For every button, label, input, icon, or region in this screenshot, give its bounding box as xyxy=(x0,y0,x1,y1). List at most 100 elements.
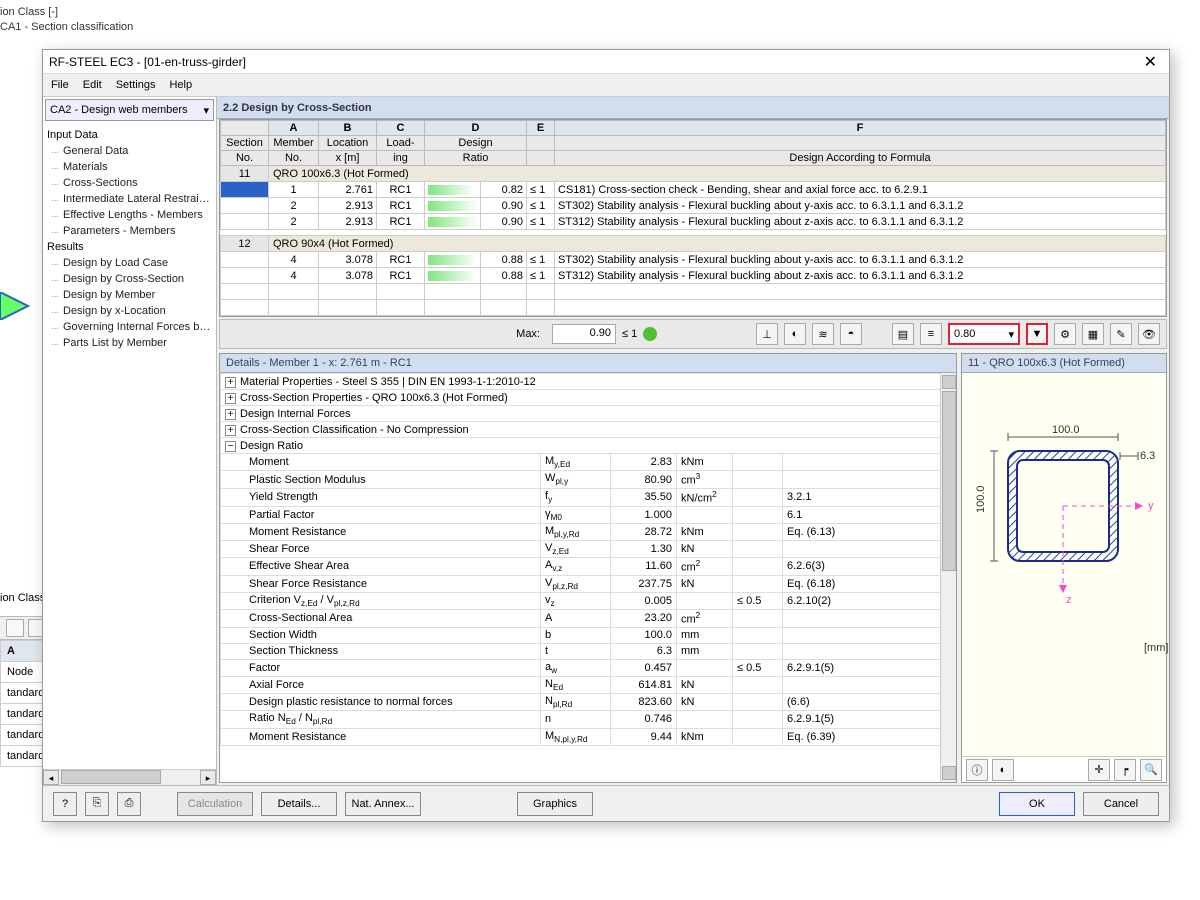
cancel-button[interactable]: Cancel xyxy=(1083,792,1159,816)
filter-value-input[interactable]: 0.80 ▾ xyxy=(948,323,1020,345)
nav-item[interactable]: Governing Internal Forces by M xyxy=(45,319,214,335)
tool-icon[interactable]: ≋ xyxy=(812,323,834,345)
menu-edit[interactable]: Edit xyxy=(83,79,102,91)
nav-item[interactable]: Effective Lengths - Members xyxy=(45,207,214,223)
cs-drawing: y z 100.0 100.0 xyxy=(962,373,1166,756)
nav-item[interactable]: Design by x-Location xyxy=(45,303,214,319)
titlebar[interactable]: RF-STEEL EC3 - [01-en-truss-girder] ✕ xyxy=(43,50,1169,74)
expander-icon[interactable]: + xyxy=(225,409,236,420)
tool-icon[interactable]: ⚙ xyxy=(1054,323,1076,345)
nav-item[interactable]: Design by Load Case xyxy=(45,255,214,271)
cell-ratio[interactable]: 0.82 xyxy=(481,182,527,198)
export-icon[interactable]: ⎘ xyxy=(85,792,109,816)
cell-member[interactable]: 4 xyxy=(269,252,319,268)
cell-x[interactable]: 2.913 xyxy=(319,214,377,230)
scroll-thumb[interactable] xyxy=(942,391,956,571)
cell-member[interactable]: 4 xyxy=(269,268,319,284)
menu-settings[interactable]: Settings xyxy=(116,79,156,91)
tool-icon[interactable]: ◐ xyxy=(992,759,1014,781)
detail-ref xyxy=(783,540,956,557)
cell-ratio-bar xyxy=(425,252,481,268)
close-icon[interactable]: ✕ xyxy=(1138,52,1163,72)
scroll-thumb[interactable] xyxy=(61,770,161,784)
cell-x[interactable]: 3.078 xyxy=(319,252,377,268)
cell-lc[interactable]: RC1 xyxy=(377,214,425,230)
dim-icon[interactable]: ┍ xyxy=(1114,759,1136,781)
magnify-icon[interactable]: 🔍 xyxy=(1140,759,1162,781)
ok-button[interactable]: OK xyxy=(999,792,1075,816)
cell-ratio[interactable]: 0.90 xyxy=(481,198,527,214)
nav-item[interactable]: Design by Member xyxy=(45,287,214,303)
cell-ratio[interactable]: 0.88 xyxy=(481,252,527,268)
scroll-down-icon[interactable] xyxy=(942,766,956,780)
nav-item[interactable]: Materials xyxy=(45,159,214,175)
detail-unit: kN xyxy=(677,676,733,693)
expander-icon[interactable]: − xyxy=(225,441,236,452)
row-handle[interactable] xyxy=(221,214,269,230)
tool-icon[interactable]: ◐ xyxy=(784,323,806,345)
nav-item[interactable]: Design by Cross-Section xyxy=(45,271,214,287)
tool-icon[interactable]: ▤ xyxy=(892,323,914,345)
detail-name: Moment Resistance xyxy=(221,728,541,745)
filter-apply-icon[interactable]: ▼ xyxy=(1026,323,1048,345)
cell-ratio-bar xyxy=(425,182,481,198)
tool-icon[interactable]: ✎ xyxy=(1110,323,1132,345)
cell-lc[interactable]: RC1 xyxy=(377,182,425,198)
graphics-button[interactable]: Graphics xyxy=(517,792,593,816)
row-handle[interactable] xyxy=(221,268,269,284)
nav-combo[interactable]: CA2 - Design web members ▾ xyxy=(45,99,214,121)
cell-ratio[interactable]: 0.90 xyxy=(481,214,527,230)
cell-member[interactable]: 2 xyxy=(269,198,319,214)
cell-desc[interactable]: ST312) Stability analysis - Flexural buc… xyxy=(555,214,1166,230)
pin-icon[interactable]: ⎙ xyxy=(117,792,141,816)
nat-annex-button[interactable]: Nat. Annex... xyxy=(345,792,421,816)
eye-icon[interactable]: 👁 xyxy=(1138,323,1160,345)
cell-lc[interactable]: RC1 xyxy=(377,198,425,214)
cell-lc[interactable]: RC1 xyxy=(377,268,425,284)
calculation-button[interactable]: Calculation xyxy=(177,792,253,816)
cell-x[interactable]: 2.913 xyxy=(319,198,377,214)
tool-icon[interactable]: ⊥ xyxy=(756,323,778,345)
cell-x[interactable]: 3.078 xyxy=(319,268,377,284)
axes-icon[interactable]: ✛ xyxy=(1088,759,1110,781)
cell-desc[interactable]: ST312) Stability analysis - Flexural buc… xyxy=(555,268,1166,284)
row-handle[interactable] xyxy=(221,182,269,198)
info-icon[interactable]: ⓘ xyxy=(966,759,988,781)
nav-scrollbar[interactable]: ◂ ▸ xyxy=(43,769,216,785)
details-scrollbar[interactable] xyxy=(940,373,956,782)
tool-icon[interactable]: ◓ xyxy=(840,323,862,345)
expander-icon[interactable]: + xyxy=(225,425,236,436)
cell-desc[interactable]: ST302) Stability analysis - Flexural buc… xyxy=(555,252,1166,268)
scroll-right-icon[interactable]: ▸ xyxy=(200,770,216,785)
details-button[interactable]: Details... xyxy=(261,792,337,816)
cell-desc[interactable]: ST302) Stability analysis - Flexural buc… xyxy=(555,198,1166,214)
tool-icon[interactable]: ▦ xyxy=(1082,323,1104,345)
detail-name: Factor xyxy=(221,659,541,676)
bg-text: ion Class xyxy=(0,592,45,604)
row-handle[interactable] xyxy=(221,252,269,268)
cell-member[interactable]: 2 xyxy=(269,214,319,230)
expander-icon[interactable]: + xyxy=(225,377,236,388)
row-handle[interactable] xyxy=(221,198,269,214)
cell-member[interactable]: 1 xyxy=(269,182,319,198)
nav-item[interactable]: General Data xyxy=(45,143,214,159)
detail-value: 100.0 xyxy=(611,627,677,643)
cell-ratio[interactable]: 0.88 xyxy=(481,268,527,284)
expander-icon[interactable]: + xyxy=(225,393,236,404)
nav-item[interactable]: Cross-Sections xyxy=(45,175,214,191)
help-icon[interactable]: ? xyxy=(53,792,77,816)
detail-unit: cm3 xyxy=(677,471,733,489)
tool-icon[interactable]: ≡ xyxy=(920,323,942,345)
menu-help[interactable]: Help xyxy=(169,79,192,91)
nav-item[interactable]: Parts List by Member xyxy=(45,335,214,351)
detail-limit xyxy=(733,454,783,471)
nav-item[interactable]: Intermediate Lateral Restraints xyxy=(45,191,214,207)
cell-x[interactable]: 2.761 xyxy=(319,182,377,198)
cell-lc[interactable]: RC1 xyxy=(377,252,425,268)
detail-limit xyxy=(733,506,783,523)
cell-desc[interactable]: CS181) Cross-section check - Bending, sh… xyxy=(555,182,1166,198)
menu-file[interactable]: File xyxy=(51,79,69,91)
nav-item[interactable]: Parameters - Members xyxy=(45,223,214,239)
scroll-left-icon[interactable]: ◂ xyxy=(43,770,59,785)
scroll-up-icon[interactable] xyxy=(942,375,956,389)
